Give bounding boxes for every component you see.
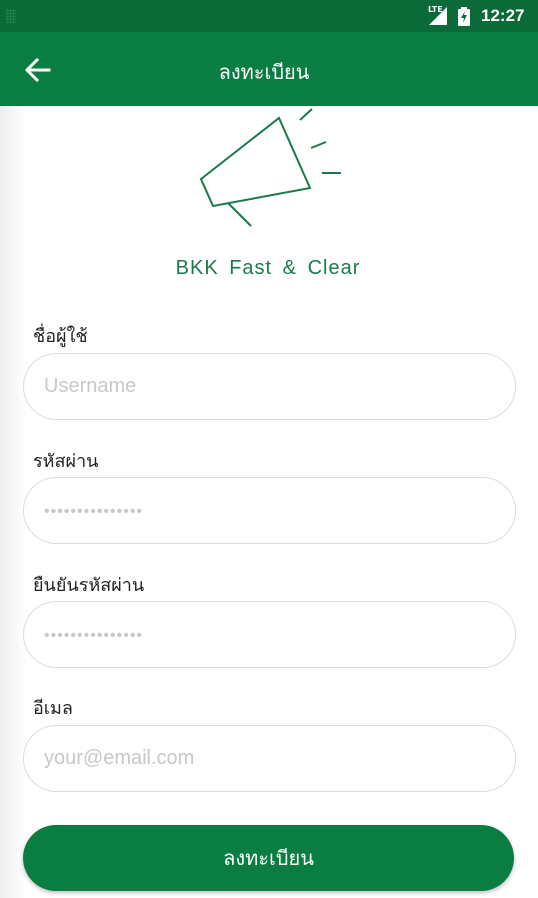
email-label: อีเมล xyxy=(33,698,73,719)
left-edge-shadow xyxy=(0,106,26,898)
status-bar: LTE 12:27 xyxy=(0,0,538,32)
password-field-wrapper xyxy=(23,477,516,544)
clock: 12:27 xyxy=(481,6,525,25)
page-title: ลงทะเบียน xyxy=(218,60,310,84)
email-input[interactable] xyxy=(44,747,515,770)
app-bar: ลงทะเบียน xyxy=(0,32,538,106)
email-field-wrapper xyxy=(23,725,516,792)
username-input[interactable] xyxy=(44,375,515,398)
username-label: ชื่อผู้ใช้ xyxy=(33,326,88,347)
username-field-wrapper xyxy=(23,353,516,420)
brand-tagline: BKK Fast & Clear xyxy=(175,257,361,279)
password-input[interactable] xyxy=(44,499,515,522)
confirm-password-field-wrapper xyxy=(23,601,516,668)
signal-icon xyxy=(429,7,447,25)
battery-charging-icon xyxy=(458,7,470,26)
password-label: รหัสผ่าน xyxy=(33,451,99,472)
confirm-password-label: ยืนยันรหัสผ่าน xyxy=(33,575,145,596)
confirm-password-input[interactable] xyxy=(44,623,515,646)
register-button[interactable]: ลงทะเบียน xyxy=(23,825,514,891)
notification-dots-icon xyxy=(6,9,16,23)
megaphone-icon xyxy=(199,108,341,227)
